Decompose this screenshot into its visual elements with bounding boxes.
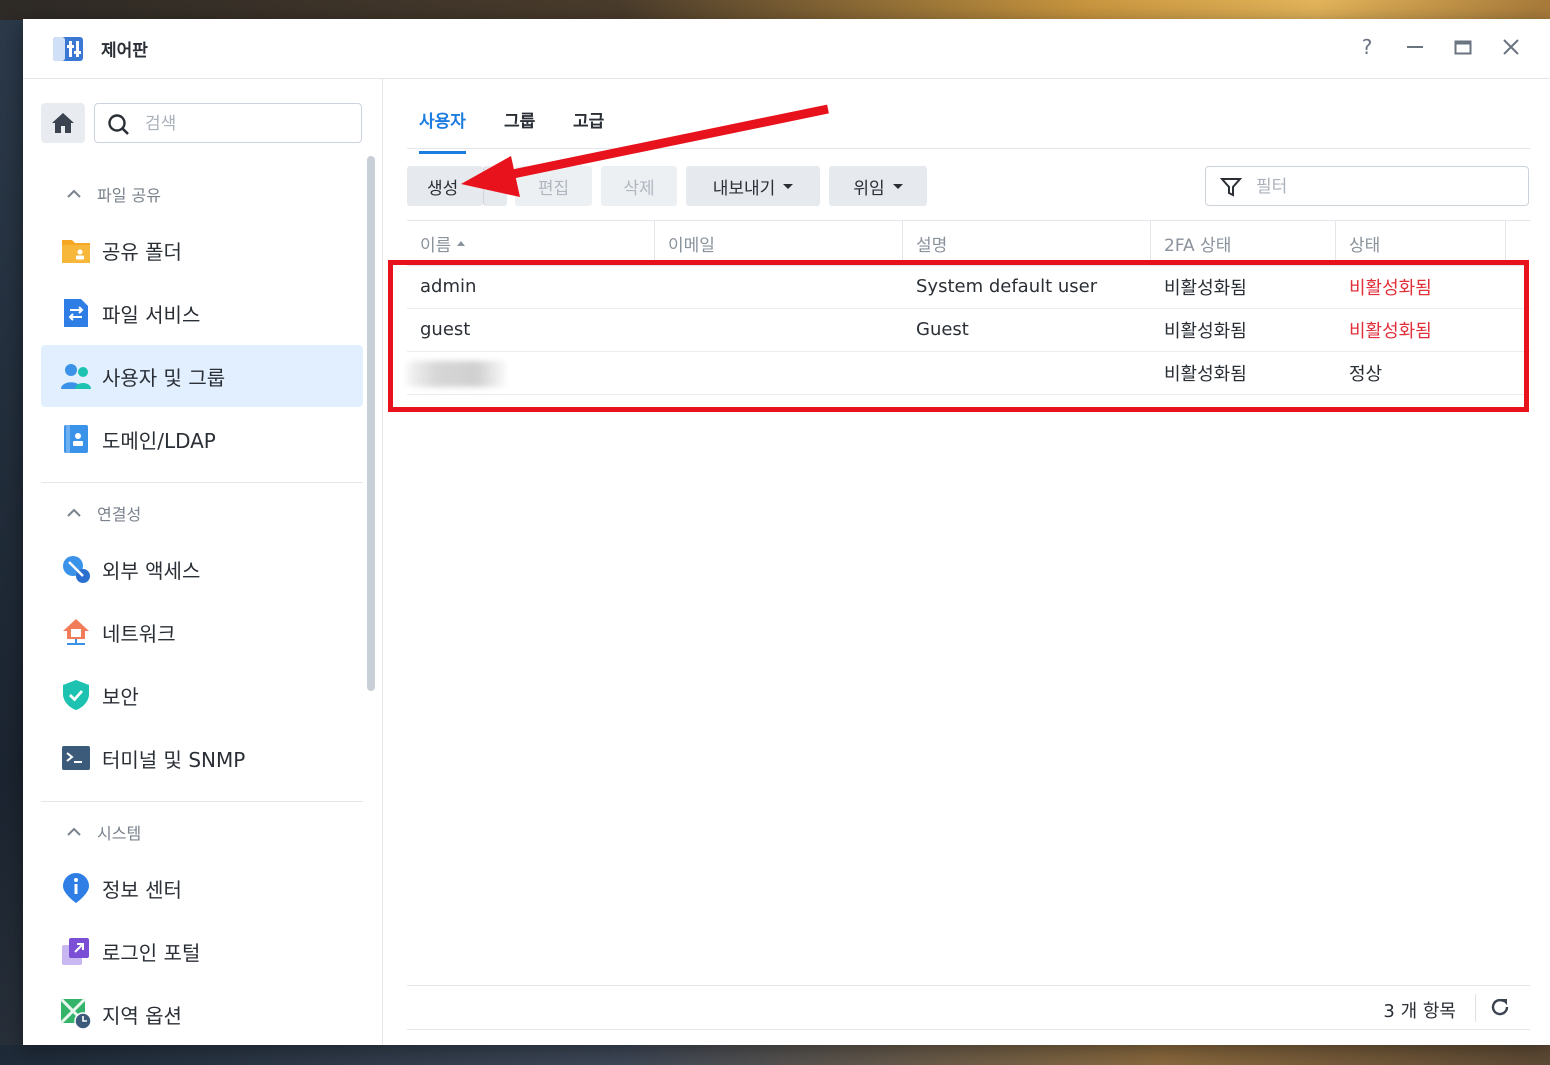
home-button[interactable] xyxy=(41,103,85,143)
column-header-label: 상태 xyxy=(1349,235,1381,256)
annotation-highlight-box xyxy=(388,260,1529,412)
delegate-button[interactable]: 위임 xyxy=(829,166,927,206)
column-header-label: 2FA 상태 xyxy=(1164,235,1232,256)
column-header-email[interactable]: 이메일 xyxy=(655,221,903,265)
sidebar-scrollbar[interactable] xyxy=(367,156,375,691)
home-icon xyxy=(52,113,74,133)
external-access-icon xyxy=(60,553,92,585)
section-divider xyxy=(41,482,363,483)
tab-advanced[interactable]: 고급 xyxy=(573,107,604,132)
section-label: 파일 공유 xyxy=(97,186,161,205)
chevron-up-icon xyxy=(67,508,81,517)
filter-input[interactable] xyxy=(1254,173,1508,201)
window-title: 제어판 xyxy=(101,41,148,61)
column-header-2fa-status[interactable]: 2FA 상태 xyxy=(1151,221,1336,265)
column-header-status[interactable]: 상태 xyxy=(1336,221,1506,265)
sidebar-item-label: 보안 xyxy=(102,684,139,709)
section-header-file-sharing[interactable]: 파일 공유 xyxy=(65,182,161,206)
tab-users[interactable]: 사용자 xyxy=(419,107,466,154)
sidebar-item-shared-folder[interactable]: 공유 폴더 xyxy=(41,219,363,281)
main-panel: 사용자 그룹 고급 생성 편집 삭제 내보내기 위임 이름 xyxy=(383,79,1550,1045)
item-count: 3 개 항목 xyxy=(1383,1001,1456,1022)
domain-ldap-icon xyxy=(60,423,92,455)
sidebar-item-label: 네트워크 xyxy=(102,621,176,646)
section-divider xyxy=(41,801,363,802)
delete-button[interactable]: 삭제 xyxy=(601,166,677,206)
column-header-name[interactable]: 이름 xyxy=(407,221,655,265)
sidebar-item-label: 지역 옵션 xyxy=(102,1003,182,1028)
desktop-wallpaper-bottom xyxy=(0,1045,1550,1065)
close-icon[interactable] xyxy=(1497,33,1525,61)
search-icon xyxy=(108,114,129,135)
control-panel-app-icon xyxy=(53,37,83,61)
column-header-label: 이름 xyxy=(420,235,452,256)
section-header-system[interactable]: 시스템 xyxy=(65,820,141,844)
sidebar-item-file-services[interactable]: 파일 서비스 xyxy=(41,282,363,344)
section-label: 시스템 xyxy=(97,824,142,843)
sidebar-search-input[interactable] xyxy=(143,110,347,138)
refresh-icon[interactable] xyxy=(1488,995,1512,1019)
sidebar-item-domain-ldap[interactable]: 도메인/LDAP xyxy=(41,408,363,470)
file-transfer-icon xyxy=(60,297,92,329)
section-label: 연결성 xyxy=(97,505,142,524)
help-icon[interactable]: ? xyxy=(1353,33,1381,61)
sidebar-item-network[interactable]: 네트워크 xyxy=(41,601,363,663)
sidebar-item-security[interactable]: 보안 xyxy=(41,664,363,726)
maximize-icon[interactable] xyxy=(1449,33,1477,61)
desktop-wallpaper-top xyxy=(0,0,1550,20)
caret-down-icon xyxy=(783,183,794,189)
sidebar-item-label: 도메인/LDAP xyxy=(102,428,216,453)
sidebar-item-label: 사용자 및 그룹 xyxy=(102,365,226,390)
sidebar-item-label: 파일 서비스 xyxy=(102,302,201,327)
sidebar: 파일 공유 공유 폴더 파일 서비스 사용자 및 그룹 도메인/LDAP xyxy=(23,79,383,1045)
sidebar-item-label: 외부 액세스 xyxy=(102,558,201,583)
sidebar-item-info-center[interactable]: 정보 센터 xyxy=(41,857,363,919)
tab-groups[interactable]: 그룹 xyxy=(504,107,535,132)
delegate-button-label: 위임 xyxy=(853,178,885,199)
sidebar-search[interactable] xyxy=(94,103,362,143)
shield-icon xyxy=(60,679,92,711)
caret-down-icon xyxy=(490,183,501,189)
sidebar-item-users-groups[interactable]: 사용자 및 그룹 xyxy=(41,345,363,407)
sidebar-item-regional-options[interactable]: 지역 옵션 xyxy=(41,983,363,1045)
tab-bar: 사용자 그룹 고급 xyxy=(407,79,1530,154)
footer-divider xyxy=(1475,994,1476,1022)
terminal-icon xyxy=(60,742,92,774)
create-dropdown-button[interactable] xyxy=(483,166,507,206)
sidebar-item-label: 공유 폴더 xyxy=(102,239,182,264)
section-header-connectivity[interactable]: 연결성 xyxy=(65,501,141,525)
chevron-up-icon xyxy=(67,827,81,836)
sidebar-item-login-portal[interactable]: 로그인 포털 xyxy=(41,920,363,982)
export-button-label: 내보내기 xyxy=(712,178,776,199)
filter-field[interactable] xyxy=(1205,166,1529,206)
sidebar-item-label: 정보 센터 xyxy=(102,877,182,902)
table-footer: 3 개 항목 xyxy=(407,985,1530,1030)
sidebar-item-label: 로그인 포털 xyxy=(102,940,201,965)
column-header-description[interactable]: 설명 xyxy=(903,221,1151,265)
export-button[interactable]: 내보내기 xyxy=(686,166,820,206)
network-house-icon xyxy=(60,616,92,648)
sidebar-item-external-access[interactable]: 외부 액세스 xyxy=(41,538,363,600)
sidebar-item-terminal-snmp[interactable]: 터미널 및 SNMP xyxy=(41,727,363,789)
column-header-label: 이메일 xyxy=(668,235,715,256)
info-icon xyxy=(60,872,92,904)
filter-icon xyxy=(1220,178,1242,197)
minimize-icon[interactable] xyxy=(1401,33,1429,61)
create-button-label: 생성 xyxy=(427,178,459,199)
sort-ascending-icon xyxy=(457,240,466,246)
control-panel-window: 제어판 ? 파일 공유 공유 폴더 xyxy=(23,19,1550,1045)
sidebar-item-label: 터미널 및 SNMP xyxy=(102,747,246,772)
create-button[interactable]: 생성 xyxy=(407,166,483,206)
caret-down-icon xyxy=(892,183,903,189)
login-portal-icon xyxy=(60,935,92,967)
regional-options-icon xyxy=(60,998,92,1030)
folder-icon xyxy=(60,234,92,266)
users-icon xyxy=(60,360,92,392)
edit-button[interactable]: 편집 xyxy=(515,166,592,206)
column-header-label: 설명 xyxy=(916,235,948,256)
chevron-up-icon xyxy=(67,189,81,198)
title-bar: 제어판 ? xyxy=(23,19,1550,79)
